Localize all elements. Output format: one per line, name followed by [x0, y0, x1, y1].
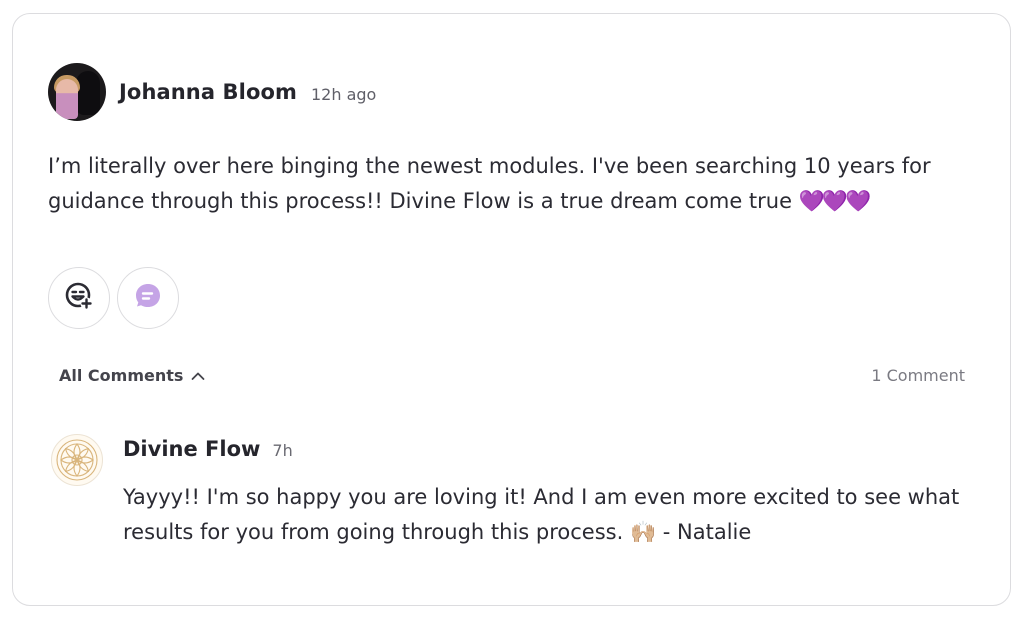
mandala-logo-icon: [56, 439, 98, 481]
post-card: Johanna Bloom 12h ago I’m literally over…: [12, 13, 1011, 606]
add-emoji-icon: [64, 281, 94, 315]
comment-header: Divine Flow 7h: [123, 437, 293, 461]
raised-hands-emoji: 🙌🏼: [629, 520, 657, 544]
comment-signature: - Natalie: [656, 520, 752, 544]
post-timestamp: 12h ago: [311, 84, 377, 104]
comment-timestamp: 7h: [272, 441, 293, 460]
all-comments-label: All Comments: [59, 366, 184, 385]
post-body: I’m literally over here binging the newe…: [48, 149, 968, 219]
avatar[interactable]: [48, 63, 106, 121]
comments-bar: All Comments 1 Comment: [59, 366, 965, 390]
comment-bubble-icon: [133, 281, 163, 315]
comment-body: Yayyy!! I'm so happy you are loving it! …: [123, 480, 973, 550]
comment-button[interactable]: [117, 267, 179, 329]
post-author[interactable]: Johanna Bloom: [119, 80, 297, 104]
divine-flow-logo-avatar[interactable]: [51, 434, 103, 486]
add-reaction-button[interactable]: [48, 267, 110, 329]
all-comments-toggle[interactable]: All Comments: [59, 366, 205, 385]
post-header: Johanna Bloom 12h ago: [48, 63, 376, 121]
comment-count: 1 Comment: [871, 366, 965, 385]
purple-hearts-emoji: 💜💜💜: [798, 189, 871, 213]
chevron-up-icon: [191, 366, 205, 385]
comment-body-text: Yayyy!! I'm so happy you are loving it! …: [123, 485, 960, 544]
comment-author[interactable]: Divine Flow: [123, 437, 260, 461]
